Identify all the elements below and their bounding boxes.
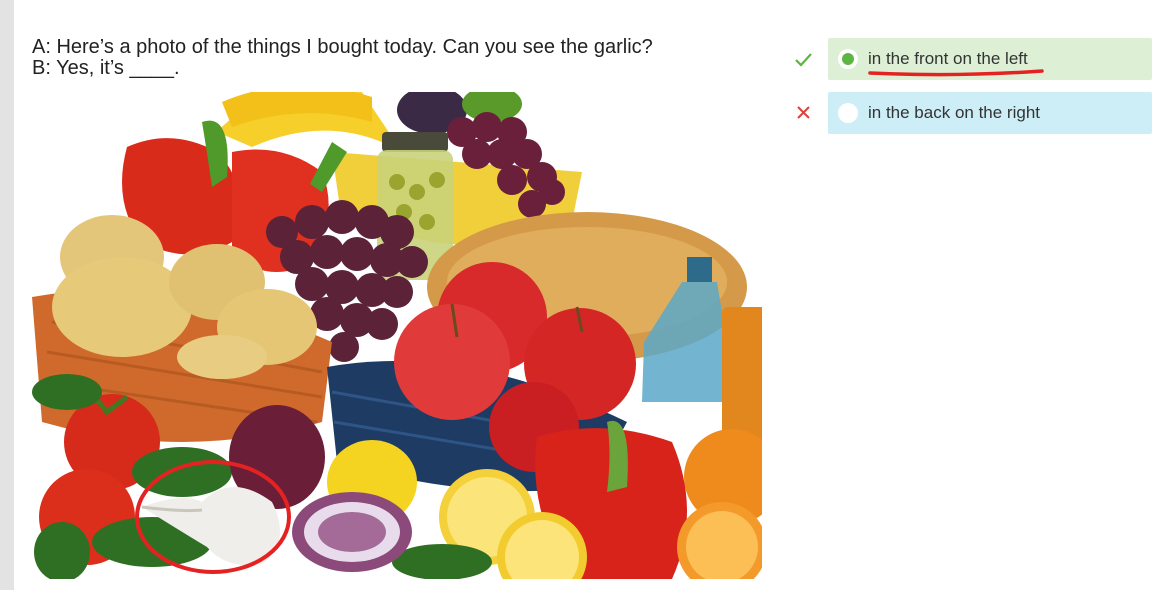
- question-text: A: Here’s a photo of the things I bought…: [32, 37, 653, 79]
- check-icon: [795, 53, 812, 67]
- left-edge-bar: [0, 0, 14, 590]
- answer-option-1-row: in the front on the left: [790, 38, 1152, 80]
- answer-option-2-label: in the back on the right: [868, 103, 1041, 122]
- answer-options: in the front on the left in the back on …: [790, 38, 1152, 146]
- question-line-b: B: Yes, it’s ____.: [32, 57, 180, 79]
- answer-option-2-row: in the back on the right: [790, 92, 1152, 134]
- red-underline-annotation: [868, 69, 1044, 77]
- radio-selected-icon[interactable]: [838, 49, 858, 69]
- answer-option-correct[interactable]: in the front on the left: [828, 38, 1152, 80]
- groceries-photo: [32, 92, 762, 579]
- radio-unselected-icon[interactable]: [838, 103, 858, 123]
- answer-option-1-label: in the front on the left: [868, 49, 1028, 68]
- answer-option-incorrect[interactable]: in the back on the right: [828, 92, 1152, 134]
- cross-icon: [797, 106, 810, 119]
- question-line-a: A: Here’s a photo of the things I bought…: [32, 36, 653, 58]
